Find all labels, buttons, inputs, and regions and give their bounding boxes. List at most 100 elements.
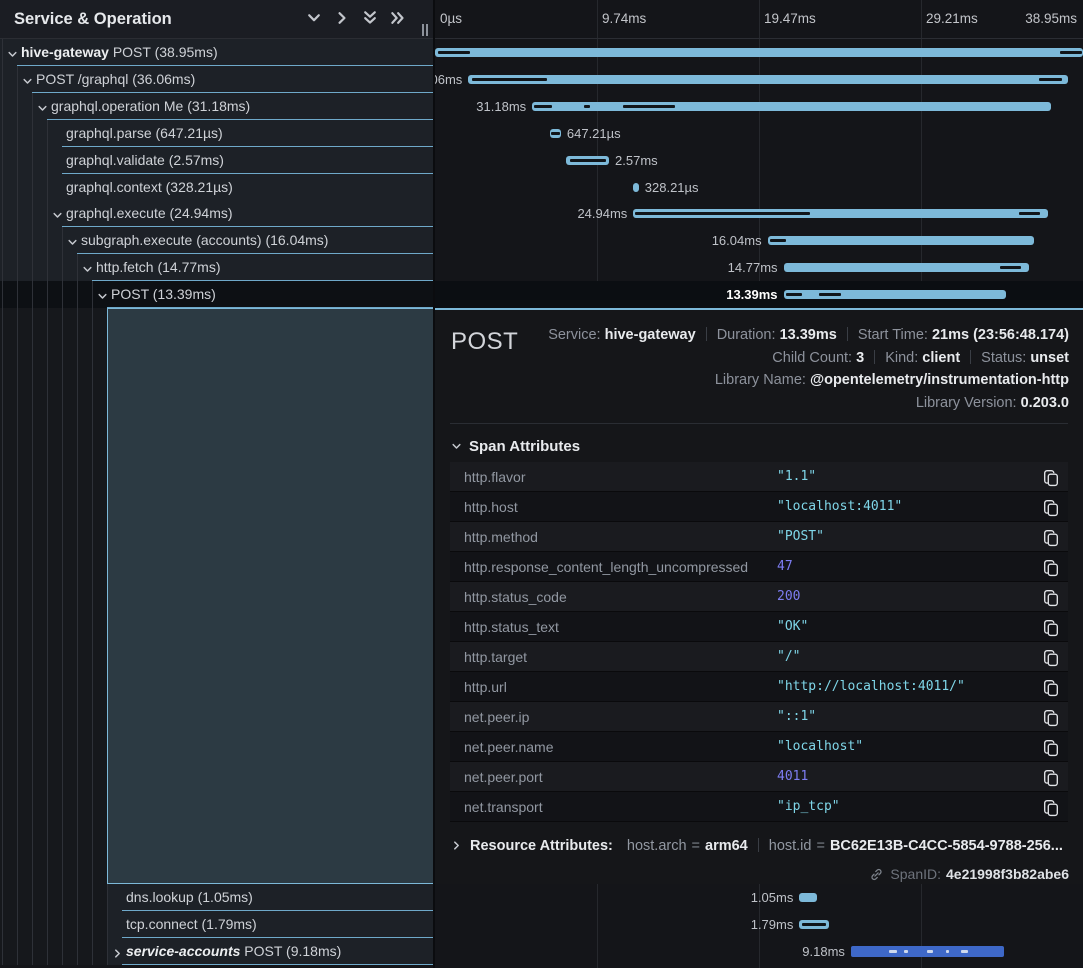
span-bar-cell[interactable]: 16.04ms (435, 227, 1083, 254)
chevron-down-icon[interactable] (37, 101, 48, 112)
span-bar-cell[interactable]: 9.18ms (435, 938, 1083, 965)
span-label: tcp.connect (1.79ms) (126, 911, 257, 937)
copy-icon[interactable] (1042, 618, 1060, 636)
copy-icon[interactable] (1042, 498, 1060, 516)
pane-resize-grip[interactable] (422, 24, 430, 36)
span-name-cell[interactable]: graphql.execute (24.94ms) (0, 200, 433, 227)
span-row[interactable]: subgraph.execute (accounts) (16.04ms)16.… (0, 227, 1083, 254)
span-duration-bar[interactable] (799, 920, 829, 929)
span-duration-bar[interactable] (799, 893, 816, 902)
span-name-cell[interactable]: hive-gateway POST (38.95ms) (0, 39, 433, 66)
span-name-cell[interactable]: http.fetch (14.77ms) (0, 254, 433, 281)
indent-guide (17, 227, 18, 254)
span-row[interactable]: POST (13.39ms)13.39ms (0, 281, 1083, 308)
span-duration-bar[interactable] (851, 946, 1004, 957)
span-bar-cell[interactable]: 13.39ms (435, 281, 1083, 308)
span-detail-meta: Service: hive-gatewayDuration: 13.39msSt… (548, 324, 1069, 414)
collapse-all-icon[interactable] (362, 10, 380, 28)
span-bar-cell[interactable]: 36.06ms (435, 66, 1083, 93)
indent-guide (92, 281, 93, 308)
copy-icon[interactable] (1042, 738, 1060, 756)
copy-icon[interactable] (1042, 798, 1060, 816)
span-name-cell[interactable]: graphql.operation Me (31.18ms) (0, 93, 433, 120)
span-row[interactable]: graphql.context (328.21µs) 328.21µs (0, 174, 1083, 201)
span-detail-title: POST (451, 328, 518, 356)
span-duration-bar[interactable] (435, 48, 1083, 57)
span-bar-cell[interactable]: 24.94ms (435, 200, 1083, 227)
expand-all-icon[interactable] (390, 10, 408, 28)
bar-duration-label: 328.21µs (645, 174, 699, 201)
span-bar-cell[interactable]: 1.05ms (435, 884, 1083, 911)
left-pane-header: Service & Operation (0, 0, 433, 39)
copy-icon[interactable] (1042, 648, 1060, 666)
span-row[interactable]: graphql.validate (2.57ms)2.57ms (0, 147, 1083, 174)
span-name-cell[interactable]: service-accounts POST (9.18ms) (0, 938, 433, 965)
indent-guide (62, 884, 63, 911)
link-icon[interactable] (869, 867, 884, 882)
span-row[interactable]: POST /graphql (36.06ms)36.06ms (0, 66, 1083, 93)
span-duration-bar[interactable] (784, 263, 1030, 272)
span-row[interactable]: service-accounts POST (9.18ms) 9.18ms (0, 938, 1083, 965)
span-name-cell[interactable]: graphql.parse (647.21µs) (0, 120, 433, 147)
span-bar-cell[interactable]: 31.18ms (435, 93, 1083, 120)
span-duration-bar[interactable] (633, 183, 638, 192)
child-span-marker (623, 105, 675, 108)
span-row[interactable]: tcp.connect (1.79ms) 1.79ms (0, 911, 1083, 938)
span-row[interactable]: graphql.parse (647.21µs) 647.21µs (0, 120, 1083, 147)
span-name-cell[interactable]: POST (13.39ms) (0, 281, 433, 308)
chevron-down-icon[interactable] (97, 289, 108, 300)
chevron-down-icon[interactable] (82, 262, 93, 273)
span-label: graphql.parse (647.21µs) (66, 120, 223, 146)
trace-timeline-view: Service & Operation 0µs9.74ms19.47ms29.2… (0, 0, 1083, 968)
copy-icon[interactable] (1042, 558, 1060, 576)
span-row[interactable]: graphql.execute (24.94ms)24.94ms (0, 200, 1083, 227)
resource-attributes-row[interactable]: Resource Attributes:host.arch=arm64host.… (451, 838, 1063, 854)
expand-level-icon[interactable] (334, 10, 352, 28)
span-name-cell[interactable]: graphql.validate (2.57ms) (0, 147, 433, 174)
span-duration-bar[interactable] (768, 236, 1035, 245)
copy-icon[interactable] (1042, 708, 1060, 726)
span-name-cell[interactable]: graphql.context (328.21µs) (0, 174, 433, 201)
collapse-level-icon[interactable] (306, 10, 324, 28)
indent-guide (17, 281, 18, 308)
span-row[interactable]: dns.lookup (1.05ms)1.05ms (0, 884, 1083, 911)
attribute-key: net.peer.name (464, 732, 554, 762)
copy-icon[interactable] (1042, 768, 1060, 786)
span-duration-bar[interactable] (550, 129, 561, 138)
indent-guide (77, 911, 78, 938)
span-name-cell[interactable]: POST /graphql (36.06ms) (0, 66, 433, 93)
copy-icon[interactable] (1042, 468, 1060, 486)
span-duration-bar[interactable] (468, 75, 1068, 84)
copy-icon[interactable] (1042, 678, 1060, 696)
span-bar-cell[interactable]: 1.79ms (435, 911, 1083, 938)
chevron-right-icon[interactable] (112, 946, 123, 957)
span-row[interactable]: http.fetch (14.77ms)14.77ms (0, 254, 1083, 281)
chevron-down-icon[interactable] (52, 208, 63, 219)
copy-icon[interactable] (1042, 528, 1060, 546)
chevron-down-icon[interactable] (22, 74, 33, 85)
span-bar-cell[interactable]: 2.57ms (435, 147, 1083, 174)
span-name-cell[interactable]: dns.lookup (1.05ms) (0, 884, 433, 911)
span-attributes-header[interactable]: Span Attributes (451, 438, 580, 455)
attribute-row: net.peer.name"localhost" (450, 732, 1068, 762)
span-bar-cell[interactable]: 328.21µs (435, 174, 1083, 201)
span-duration-bar[interactable] (633, 209, 1048, 218)
span-bar-cell[interactable] (435, 39, 1083, 66)
span-duration-bar[interactable] (532, 102, 1051, 111)
chevron-down-icon[interactable] (7, 47, 18, 58)
span-row[interactable]: hive-gateway POST (38.95ms) (0, 39, 1083, 66)
span-duration-bar[interactable] (784, 290, 1007, 299)
span-duration-bar[interactable] (566, 156, 609, 165)
span-name-cell[interactable]: tcp.connect (1.79ms) (0, 911, 433, 938)
span-bar-cell[interactable]: 647.21µs (435, 120, 1083, 147)
indent-guide (2, 147, 3, 174)
span-bar-cell[interactable]: 14.77ms (435, 254, 1083, 281)
chevron-down-icon[interactable] (67, 235, 78, 246)
pane-divider[interactable] (433, 0, 435, 968)
span-name-cell[interactable]: subgraph.execute (accounts) (16.04ms) (0, 227, 433, 254)
indent-guide (77, 281, 78, 308)
copy-icon[interactable] (1042, 588, 1060, 606)
span-row[interactable]: graphql.operation Me (31.18ms)31.18ms (0, 93, 1083, 120)
span-label: service-accounts POST (9.18ms) (126, 938, 341, 964)
attribute-row: net.peer.ip"::1" (450, 702, 1068, 732)
